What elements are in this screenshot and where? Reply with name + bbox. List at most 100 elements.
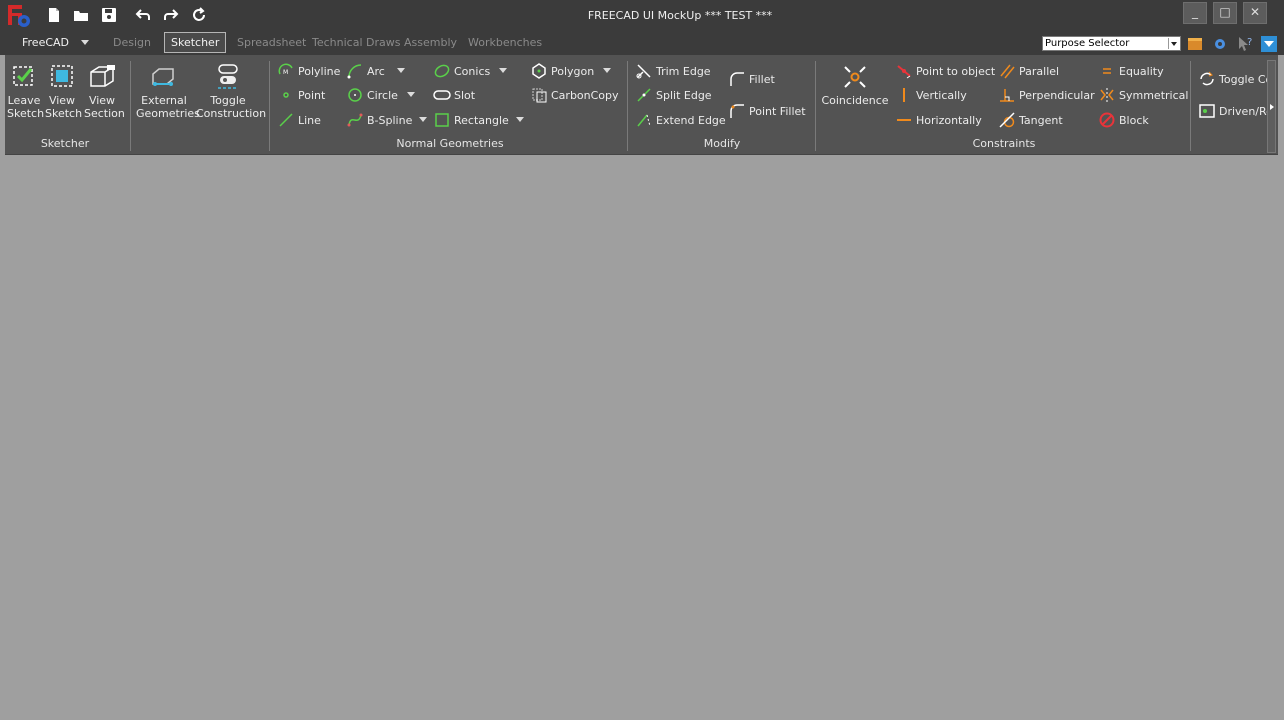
rectangle-button[interactable]: Rectangle xyxy=(433,110,509,130)
bspline-dropdown-chevron-icon[interactable] xyxy=(419,117,427,122)
arc-dropdown-chevron-icon[interactable] xyxy=(397,68,405,73)
tab-spreadsheet[interactable]: Spreadsheet xyxy=(230,32,313,53)
purpose-selector-value: Purpose Selector xyxy=(1045,38,1130,49)
tab-workbenches[interactable]: Workbenches xyxy=(461,32,549,53)
extend-edge-button[interactable]: Extend Edge xyxy=(635,110,726,130)
separator xyxy=(627,61,628,151)
bspline-icon xyxy=(347,113,363,127)
3d-view-canvas[interactable] xyxy=(0,156,1284,720)
toggle-constraints-label: Toggle Cons xyxy=(1219,72,1268,86)
parallel-button[interactable]: Parallel xyxy=(998,61,1059,81)
leave-sketch-icon xyxy=(13,66,33,86)
driven-reference-button[interactable]: Driven/Refer xyxy=(1198,101,1268,121)
gear-icon[interactable] xyxy=(1211,35,1229,53)
ribbon-collapse-icon[interactable] xyxy=(1260,35,1278,53)
app-menu-chevron-icon[interactable] xyxy=(81,40,89,45)
ribbon-panel: Leave Sketch View Sketch View Section Sk… xyxy=(5,55,1278,155)
view-section-icon xyxy=(90,65,115,87)
perpendicular-button[interactable]: Perpendicular xyxy=(998,85,1095,105)
leave-sketch-label-1: Leave xyxy=(7,94,41,107)
toggle-construction-label-1: Toggle xyxy=(210,94,246,107)
toggle-construction-button[interactable]: Toggle Construction xyxy=(196,62,266,120)
leave-sketch-label-2: Sketch xyxy=(7,107,45,120)
toggle-constraints-button[interactable]: Toggle Cons xyxy=(1198,69,1268,89)
split-edge-label: Split Edge xyxy=(656,88,712,102)
trim-edge-button[interactable]: Trim Edge xyxy=(635,61,711,81)
arc-icon xyxy=(347,64,362,79)
parallel-icon xyxy=(1000,64,1015,79)
package-icon[interactable] xyxy=(1186,35,1204,53)
rectangle-label: Rectangle xyxy=(454,113,509,127)
group-label-constraints: Constraints xyxy=(972,137,1036,150)
tab-assembly[interactable]: Assembly xyxy=(397,32,464,53)
horizontally-button[interactable]: Horizontally xyxy=(895,110,982,130)
polygon-button[interactable]: Polygon xyxy=(530,61,594,81)
slot-icon xyxy=(433,90,451,100)
leave-sketch-button[interactable]: Leave Sketch xyxy=(7,62,45,120)
line-button[interactable]: Line xyxy=(277,110,321,130)
driven-reference-label: Driven/Refer xyxy=(1219,104,1268,118)
group-label-sketcher: Sketcher xyxy=(40,137,90,150)
svg-text:?: ? xyxy=(1247,37,1252,48)
bspline-label: B-Spline xyxy=(367,113,413,127)
fillet-button[interactable]: Fillet xyxy=(728,69,775,89)
point-fillet-icon xyxy=(730,104,744,118)
polygon-label: Polygon xyxy=(551,64,595,78)
title-bar: FREECAD UI MockUp *** TEST *** _ □ ✕ xyxy=(0,0,1284,30)
view-section-label-1: View xyxy=(88,94,116,107)
tab-design[interactable]: Design xyxy=(106,32,158,53)
app-menu-button[interactable]: FreeCAD xyxy=(15,32,76,53)
equality-button[interactable]: Equality xyxy=(1098,61,1164,81)
block-button[interactable]: Block xyxy=(1098,110,1149,130)
chevron-down-icon[interactable] xyxy=(1168,38,1179,49)
external-geometries-icon xyxy=(152,68,174,86)
view-sketch-button[interactable]: View Sketch xyxy=(45,62,83,120)
carboncopy-icon xyxy=(532,88,547,103)
help-cursor-icon[interactable]: ? xyxy=(1236,35,1254,53)
external-geometries-button[interactable]: External Geometries xyxy=(136,62,200,120)
rectangle-dropdown-chevron-icon[interactable] xyxy=(516,117,524,122)
maximize-button[interactable]: □ xyxy=(1213,2,1237,24)
line-label: Line xyxy=(298,113,321,127)
group-label-modify: Modify xyxy=(703,137,741,150)
symmetrical-button[interactable]: Symmetrical xyxy=(1098,85,1188,105)
purpose-selector[interactable]: Purpose Selector xyxy=(1042,36,1181,51)
minimize-button[interactable]: _ xyxy=(1183,2,1207,24)
coincidence-button[interactable]: Coincidence xyxy=(821,62,889,107)
circle-dropdown-chevron-icon[interactable] xyxy=(407,92,415,97)
view-section-button[interactable]: View Section xyxy=(84,62,125,120)
tangent-button[interactable]: Tangent xyxy=(998,110,1063,130)
symmetrical-label: Symmetrical xyxy=(1119,88,1189,102)
point-on-object-button[interactable]: Point to object xyxy=(895,61,995,81)
tab-sketcher[interactable]: Sketcher xyxy=(164,32,227,53)
carboncopy-button[interactable]: CarbonCopy xyxy=(530,85,619,105)
extend-edge-label: Extend Edge xyxy=(656,113,726,127)
close-button[interactable]: ✕ xyxy=(1243,2,1267,24)
circle-button[interactable]: Circle xyxy=(346,85,398,105)
arc-button[interactable]: Arc xyxy=(346,61,385,81)
point-button[interactable]: Point xyxy=(277,85,325,105)
extend-edge-icon xyxy=(637,114,651,127)
block-label: Block xyxy=(1119,113,1149,127)
conics-button[interactable]: Conics xyxy=(433,61,490,81)
window-title: FREECAD UI MockUp *** TEST *** xyxy=(587,9,773,22)
split-edge-button[interactable]: Split Edge xyxy=(635,85,712,105)
separator xyxy=(130,61,131,151)
conics-dropdown-chevron-icon[interactable] xyxy=(499,68,507,73)
point-fillet-button[interactable]: Point Fillet xyxy=(728,101,806,121)
polyline-button[interactable]: M Polyline xyxy=(277,61,340,81)
ribbon-scrollbar[interactable] xyxy=(1267,60,1276,153)
scroll-right-arrow-icon[interactable] xyxy=(1270,104,1274,110)
tab-technical-draws[interactable]: Technical Draws xyxy=(305,32,407,53)
vertically-label: Vertically xyxy=(916,88,967,102)
separator xyxy=(269,61,270,151)
block-icon xyxy=(1099,112,1115,128)
conics-label: Conics xyxy=(454,64,491,78)
bspline-button[interactable]: B-Spline xyxy=(346,110,412,130)
view-sketch-label-2: Sketch xyxy=(45,107,83,120)
polygon-dropdown-chevron-icon[interactable] xyxy=(603,68,611,73)
slot-button[interactable]: Slot xyxy=(433,85,475,105)
separator xyxy=(1190,61,1191,151)
vertically-button[interactable]: Vertically xyxy=(895,85,967,105)
horizontally-label: Horizontally xyxy=(916,113,982,127)
